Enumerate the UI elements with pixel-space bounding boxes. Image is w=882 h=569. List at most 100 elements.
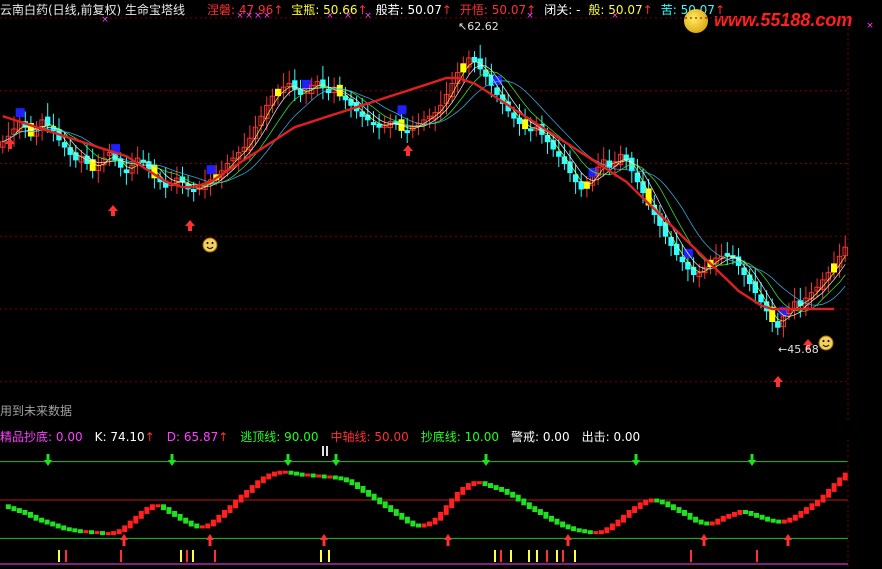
- candle-body: [61, 142, 68, 148]
- sell-arrow-icon: [632, 454, 640, 466]
- kdj-bar: [28, 511, 33, 518]
- kdj-bar: [421, 523, 427, 528]
- kdj-bar: [349, 479, 355, 486]
- kdj-bar: [249, 485, 255, 493]
- kdj-bar: [698, 519, 704, 525]
- arrow-shape: [108, 205, 118, 216]
- kdj-bar: [737, 510, 743, 515]
- kdj-bar: [565, 524, 571, 530]
- kdj-bar: [598, 530, 604, 535]
- kdj-bar: [831, 483, 837, 492]
- alert-signal-bar: [186, 550, 188, 562]
- signal-x-marker: ×: [344, 11, 352, 21]
- kdj-bar: [172, 511, 178, 517]
- kdj-bar: [532, 506, 538, 513]
- kdj-bar: [316, 474, 322, 478]
- alert-signal-bar: [528, 550, 530, 562]
- future-data-note: 用到未来数据: [0, 404, 73, 418]
- kdj-bar: [748, 511, 754, 516]
- candle-body: [556, 151, 562, 157]
- alert-signal-bar: [556, 550, 558, 562]
- smiley-eye: [827, 340, 830, 342]
- alert-signal-bar: [536, 550, 538, 562]
- kdj-bar: [277, 470, 283, 475]
- kdj-bar: [399, 512, 405, 520]
- kdj-bar: [294, 471, 299, 476]
- kdj-bar: [305, 473, 311, 477]
- kdj-bar: [100, 531, 105, 536]
- kdj-bar: [571, 526, 577, 532]
- signal-x-marker: ×: [364, 11, 372, 21]
- candle-body: [477, 58, 483, 70]
- alert-signal-bar: [574, 550, 576, 562]
- alert-signal-bar: [65, 550, 67, 562]
- kdj-bar: [743, 510, 748, 514]
- kdj-bar: [55, 523, 61, 529]
- kdj-bar: [792, 514, 798, 521]
- kdj-bar: [549, 515, 554, 522]
- arrow-shape: [185, 220, 195, 231]
- kdj-bar: [205, 523, 211, 529]
- buy-arrow-icon: [320, 534, 328, 546]
- kdj-bar: [643, 499, 649, 506]
- short-ma-line: [2, 70, 846, 312]
- signal-blue-block: [15, 108, 25, 118]
- signal-yellow-block: [583, 181, 590, 189]
- kdj-bar: [50, 521, 56, 527]
- kdj-bar: [238, 494, 244, 503]
- kdj-bar: [222, 510, 227, 518]
- kdj-bar: [366, 489, 372, 497]
- kdj-bar: [615, 519, 621, 527]
- alert-signal-bar: [500, 550, 502, 562]
- kdj-bar: [343, 477, 349, 483]
- kdj-bar: [83, 530, 89, 534]
- kdj-indicator-chart: [0, 440, 849, 569]
- kdj-bar: [504, 488, 510, 495]
- kdj-bar: [155, 504, 161, 508]
- kdj-bar: [122, 525, 128, 533]
- candle-body: [404, 130, 410, 134]
- candle-body: [292, 80, 298, 90]
- short-ma-line: [2, 61, 846, 322]
- kdj-bar: [670, 504, 676, 511]
- kdj-bar: [776, 519, 782, 524]
- alert-signal-bar: [58, 550, 60, 562]
- kdj-bar: [471, 481, 477, 487]
- kdj-bar: [576, 528, 582, 533]
- kdj-bar: [227, 505, 233, 513]
- smiley-eye: [211, 242, 214, 244]
- kdj-bar: [554, 518, 560, 525]
- alert-signal-bar: [494, 550, 496, 562]
- candle-body: [45, 116, 51, 126]
- kdj-bar: [255, 480, 261, 489]
- sell-arrow-icon: [748, 454, 756, 466]
- kdj-bar: [626, 510, 632, 518]
- kdj-bar: [820, 494, 826, 503]
- kdj-bar: [560, 521, 566, 528]
- low-price-label: ←45.68: [778, 343, 819, 356]
- candle-body: [724, 253, 730, 257]
- signal-x-marker: ×: [236, 11, 244, 21]
- kdj-bar: [510, 491, 516, 498]
- kdj-bar: [693, 516, 699, 523]
- buy-arrow-icon: [700, 534, 708, 546]
- candle-body: [342, 95, 349, 101]
- kdj-bar: [465, 483, 471, 490]
- kdj-bar: [759, 514, 765, 520]
- signal-blue-block: [683, 248, 693, 258]
- kdj-bar: [654, 498, 660, 503]
- kdj-bar: [382, 501, 388, 509]
- kdj-bar: [199, 525, 205, 529]
- kdj-bar: [144, 507, 150, 514]
- kdj-bar: [177, 513, 183, 521]
- high-price-label: ↖62.62: [458, 20, 499, 33]
- kdj-bar: [432, 517, 438, 525]
- kdj-bar: [16, 508, 22, 513]
- top-signal-bar: [322, 446, 324, 456]
- kdj-bar: [282, 470, 288, 474]
- short-ma-line: [2, 64, 846, 318]
- kdj-bar: [377, 497, 383, 505]
- candle-body: [376, 123, 382, 128]
- kdj-bar: [488, 483, 493, 488]
- signal-yellow-block: [831, 263, 837, 273]
